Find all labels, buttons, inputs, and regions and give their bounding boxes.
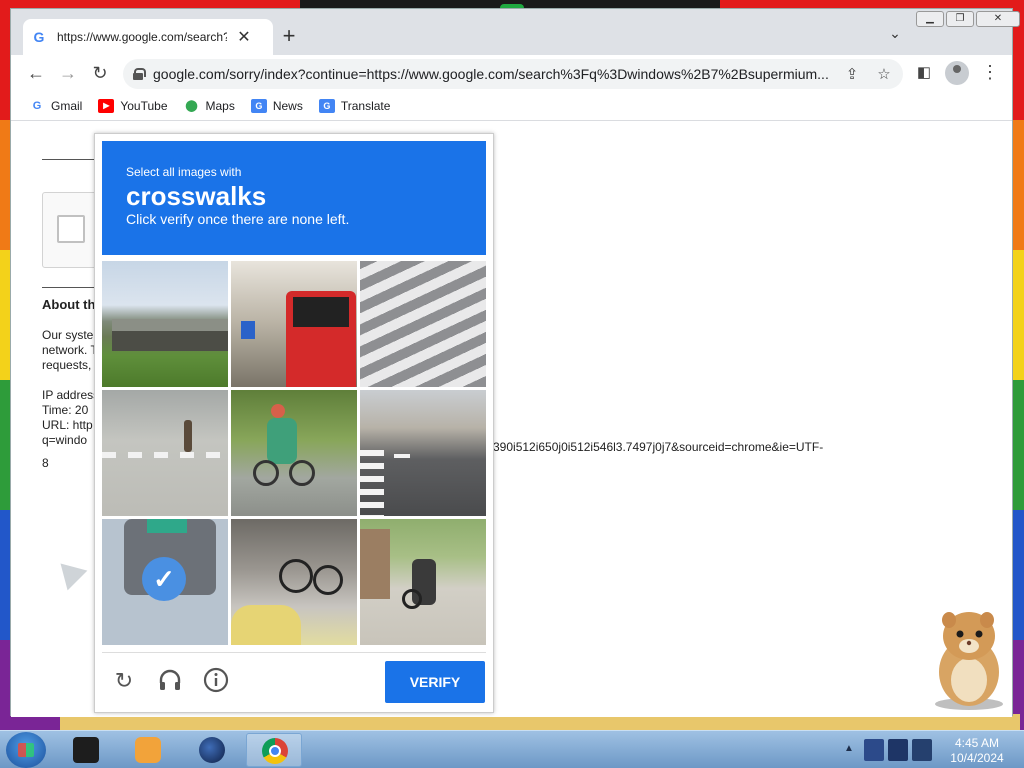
- window-controls: ▁ ❐ ✕: [916, 11, 1020, 27]
- bookmark-label: News: [272, 98, 303, 113]
- side-panel-icon[interactable]: ◧: [913, 63, 935, 85]
- tray-app-icon[interactable]: [864, 739, 884, 761]
- page-text-line: requests, and not a robot.: [42, 358, 102, 372]
- bookmark-label: YouTube: [120, 98, 168, 113]
- captcha-tile-street-pedestrian[interactable]: [102, 390, 228, 516]
- url-tail: 390i512i650j0i512i546l3.7497j0j7&sourcei…: [493, 440, 824, 454]
- captcha-target: crosswalks: [126, 181, 267, 211]
- terminal-icon: [73, 737, 99, 763]
- reload-challenge-icon[interactable]: ↻: [110, 667, 138, 695]
- info-icon[interactable]: [202, 667, 230, 695]
- captcha-tile-bicycles[interactable]: [231, 519, 357, 645]
- new-tab-button[interactable]: +: [275, 23, 303, 51]
- captcha-tile-bus[interactable]: [231, 261, 357, 387]
- captcha-tile-road-markings[interactable]: [360, 390, 486, 516]
- bookmark-youtube[interactable]: ▶ YouTube: [98, 98, 168, 113]
- bookmark-label: Maps: [205, 98, 235, 113]
- url-label: URL: http: [42, 418, 93, 432]
- start-menu-windows-icon[interactable]: [6, 732, 46, 768]
- globe-icon: [199, 737, 225, 763]
- menu-dots-icon[interactable]: ⋮: [981, 61, 999, 85]
- audio-challenge-headphones-icon[interactable]: [156, 667, 184, 695]
- bookmark-star-icon[interactable]: ☆: [873, 64, 895, 86]
- bookmarks-bar: G Gmail ▶ YouTube ⬤ Maps G News G Transl…: [11, 91, 1012, 121]
- captcha-tile-crosswalk[interactable]: [360, 261, 486, 387]
- bookmark-news[interactable]: G News: [250, 98, 303, 113]
- ip-address-label: IP address:: [42, 388, 102, 402]
- minimize-button[interactable]: ▁: [916, 11, 944, 27]
- news-icon: G: [250, 98, 267, 113]
- translate-icon: G: [318, 98, 335, 113]
- network-icon[interactable]: [888, 739, 908, 761]
- captcha-image-grid: ✓: [102, 261, 486, 645]
- captcha-footer: ↻ VERIFY: [102, 652, 486, 708]
- lock-icon[interactable]: [133, 68, 146, 80]
- address-bar[interactable]: google.com/sorry/index?continue=https://…: [123, 59, 903, 89]
- tab-close-icon[interactable]: ✕: [235, 27, 253, 47]
- bookmark-gmail[interactable]: G Gmail: [29, 98, 83, 113]
- captcha-challenge: Select all images with crosswalks Click …: [94, 133, 494, 713]
- captcha-tile-motorcycle[interactable]: [360, 519, 486, 645]
- media-player-icon: [135, 737, 161, 763]
- gmail-icon: G: [32, 99, 42, 112]
- youtube-icon: ▶: [98, 98, 115, 113]
- back-arrow-icon[interactable]: ←: [23, 61, 49, 87]
- bookmark-maps[interactable]: ⬤ Maps: [184, 99, 235, 113]
- maps-icon: ⬤: [185, 99, 198, 112]
- forward-arrow-icon[interactable]: →: [55, 61, 81, 87]
- captcha-tile-cyclist[interactable]: [231, 390, 357, 516]
- show-hidden-icons-icon[interactable]: ▲: [844, 743, 854, 754]
- recaptcha-checkbox[interactable]: [57, 215, 85, 243]
- clock-time: 4:45 AM: [954, 736, 1000, 750]
- selected-check-icon: ✓: [142, 557, 186, 601]
- close-window-button[interactable]: ✕: [976, 11, 1020, 27]
- recaptcha-widget: [42, 192, 102, 268]
- maximize-button[interactable]: ❐: [946, 11, 974, 27]
- about-heading: About this page: [42, 297, 102, 312]
- bookmark-label: Translate: [340, 98, 391, 113]
- tab-bar: G https://www.google.com/search? ✕ + ⌄ ▁…: [11, 9, 1020, 55]
- captcha-header: Select all images with crosswalks Click …: [102, 141, 486, 255]
- captcha-select-text: Select all images with: [126, 165, 242, 179]
- hamster-desktop-pet-icon: [925, 606, 1009, 710]
- share-icon[interactable]: ⇪: [841, 64, 863, 86]
- page-divider: [42, 287, 102, 288]
- taskbar-app-chrome[interactable]: [246, 733, 302, 767]
- captcha-instruction: Click verify once there are none left.: [126, 211, 350, 227]
- bookmark-translate[interactable]: G Translate: [318, 98, 391, 113]
- page-text-line: Our systems have detected unusual traffi…: [42, 328, 102, 342]
- url-text[interactable]: google.com/sorry/index?continue=https://…: [153, 66, 833, 82]
- verify-button[interactable]: VERIFY: [385, 661, 485, 703]
- clock-date: 10/4/2024: [950, 751, 1004, 765]
- captcha-tile-bridge[interactable]: [102, 261, 228, 387]
- tab-search-chevron-icon[interactable]: ⌄: [883, 25, 907, 49]
- taskbar: ▲ 4:45 AM 10/4/2024: [0, 730, 1024, 768]
- clock[interactable]: 4:45 AM 10/4/2024: [944, 736, 1010, 766]
- profile-avatar[interactable]: [945, 61, 969, 85]
- system-tray: ▲ 4:45 AM 10/4/2024: [840, 733, 1024, 767]
- chrome-icon: [262, 738, 288, 764]
- volume-icon[interactable]: [912, 739, 932, 761]
- taskbar-app-media-player[interactable]: [120, 733, 176, 767]
- page-divider: [42, 159, 102, 160]
- browser-window: G https://www.google.com/search? ✕ + ⌄ ▁…: [10, 8, 1020, 717]
- reload-icon[interactable]: ↻: [87, 61, 113, 87]
- time-label: Time: 20: [42, 403, 89, 417]
- browser-toolbar: ← → ↻ google.com/sorry/index?continue=ht…: [11, 55, 1012, 91]
- captcha-tile-traffic-light[interactable]: ✓: [102, 519, 228, 645]
- url-end: 8: [42, 456, 49, 470]
- taskbar-app-terminal[interactable]: [58, 733, 114, 767]
- page-text-line: network. This page checks to see if it's…: [42, 343, 102, 357]
- bookmark-label: Gmail: [51, 98, 83, 113]
- google-favicon-icon: G: [33, 29, 45, 45]
- browser-tab[interactable]: G https://www.google.com/search? ✕: [23, 19, 273, 55]
- url-query: q=windo: [42, 433, 88, 447]
- taskbar-app-browser-globe[interactable]: [184, 733, 240, 767]
- tab-title: https://www.google.com/search?: [57, 30, 227, 44]
